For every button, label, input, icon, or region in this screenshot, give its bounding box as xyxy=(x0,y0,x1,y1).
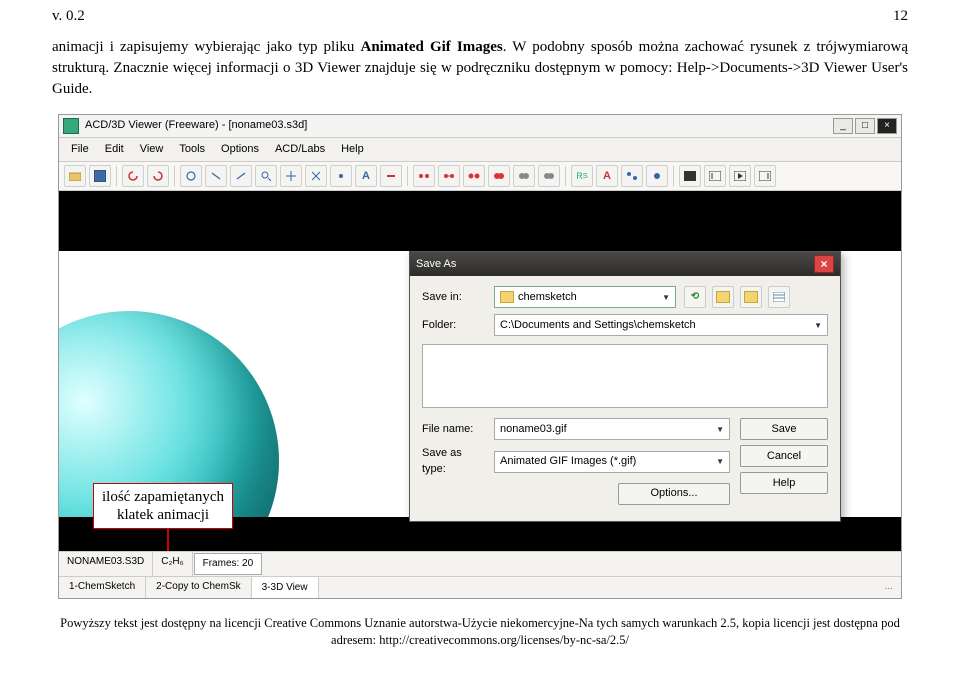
menu-edit[interactable]: Edit xyxy=(97,140,132,159)
page-number: 12 xyxy=(893,6,908,27)
save-icon[interactable] xyxy=(89,165,111,187)
style-stick-icon[interactable] xyxy=(438,165,460,187)
forward-icon[interactable] xyxy=(754,165,776,187)
toolbar: A RS A xyxy=(59,162,901,191)
view-mode-icon[interactable] xyxy=(768,286,790,308)
menu-tools[interactable]: Tools xyxy=(171,140,213,159)
status-frames: Frames: 20 xyxy=(194,553,263,575)
measure-icon[interactable] xyxy=(330,165,352,187)
up-folder-icon[interactable] xyxy=(712,286,734,308)
maximize-button[interactable]: □ xyxy=(855,118,875,134)
letterbox-top xyxy=(59,191,901,251)
save-as-dialog: Save As × Save in: chemsketch ▼ ⟲ xyxy=(409,251,841,522)
bottom-tabs: 1-ChemSketch 2-Copy to ChemSk 3-3D View … xyxy=(59,576,901,598)
minimize-button[interactable]: _ xyxy=(833,118,853,134)
close-button[interactable]: × xyxy=(877,118,897,134)
status-filename: NONAME03.S3D xyxy=(59,552,153,576)
folder-icon xyxy=(500,291,514,303)
atom-label-icon[interactable]: A xyxy=(596,165,618,187)
file-list-area[interactable] xyxy=(422,344,828,408)
flip-v-icon[interactable] xyxy=(230,165,252,187)
record-icon[interactable] xyxy=(679,165,701,187)
callout-frames: ilość zapamiętanych klatek animacji xyxy=(93,483,233,529)
tab-chemsketch[interactable]: 1-ChemSketch xyxy=(59,577,146,598)
dropdown-icon: ▼ xyxy=(716,456,724,467)
style-sphere-icon[interactable] xyxy=(488,165,510,187)
type-label: Save as type: xyxy=(422,446,486,477)
dialog-title: Save As xyxy=(416,257,456,272)
save-in-label: Save in: xyxy=(422,290,486,305)
rewind-icon[interactable] xyxy=(704,165,726,187)
config-r-icon[interactable]: RS xyxy=(571,165,593,187)
menu-options[interactable]: Options xyxy=(213,140,267,159)
tabs-overflow[interactable]: ... xyxy=(877,577,901,598)
callout-line1: ilość zapamiętanych xyxy=(102,488,224,506)
dropdown-icon: ▼ xyxy=(662,292,670,303)
save-in-combo[interactable]: chemsketch ▼ xyxy=(494,286,676,308)
play-icon[interactable] xyxy=(729,165,751,187)
redo-icon[interactable] xyxy=(147,165,169,187)
options-button[interactable]: Options... xyxy=(618,483,730,505)
atoms-icon[interactable] xyxy=(621,165,643,187)
cross-icon[interactable] xyxy=(305,165,327,187)
style-disks-icon[interactable] xyxy=(538,165,560,187)
status-formula: C₂H₆ xyxy=(153,552,192,576)
opt-icon[interactable] xyxy=(380,165,402,187)
version-label: v. 0.2 xyxy=(52,6,85,27)
menu-acdlabs[interactable]: ACD/Labs xyxy=(267,140,333,159)
font-icon[interactable]: A xyxy=(355,165,377,187)
center-icon[interactable] xyxy=(280,165,302,187)
save-button[interactable]: Save xyxy=(740,418,828,440)
dropdown-icon: ▼ xyxy=(716,424,724,435)
dropdown-icon: ▼ xyxy=(814,320,822,331)
menu-help[interactable]: Help xyxy=(333,140,372,159)
type-value: Animated GIF Images (*.gif) xyxy=(500,454,636,469)
style-dots-icon[interactable] xyxy=(513,165,535,187)
cancel-button[interactable]: Cancel xyxy=(740,445,828,467)
menu-file[interactable]: File xyxy=(63,140,97,159)
style-ballstick-icon[interactable] xyxy=(463,165,485,187)
save-in-value: chemsketch xyxy=(518,290,577,305)
filename-input[interactable]: noname03.gif ▼ xyxy=(494,418,730,440)
window-title: ACD/3D Viewer (Freeware) - [noname03.s3d… xyxy=(85,118,307,133)
folder-path-field[interactable]: C:\Documents and Settings\chemsketch ▼ xyxy=(494,314,828,336)
footer-license: Powyższy tekst jest dostępny na licencji… xyxy=(52,615,908,649)
window-titlebar: ACD/3D Viewer (Freeware) - [noname03.s3d… xyxy=(59,115,901,138)
body-paragraph: animacji i zapisujemy wybierając jako ty… xyxy=(52,37,908,100)
viewport[interactable]: Save As × Save in: chemsketch ▼ ⟲ xyxy=(59,191,901,552)
tab-3dview[interactable]: 3-3D View xyxy=(252,577,319,598)
open-icon[interactable] xyxy=(64,165,86,187)
callout-line2: klatek animacji xyxy=(102,506,224,524)
filename-label: File name: xyxy=(422,422,486,437)
menu-bar: File Edit View Tools Options ACD/Labs He… xyxy=(59,138,901,162)
rotate-icon[interactable] xyxy=(180,165,202,187)
callout-connector xyxy=(167,529,169,551)
folder-label: Folder: xyxy=(422,318,486,333)
style-wire-icon[interactable] xyxy=(413,165,435,187)
folder-path-value: C:\Documents and Settings\chemsketch xyxy=(500,318,696,333)
dialog-close-button[interactable]: × xyxy=(814,255,834,273)
app-icon xyxy=(63,118,79,134)
back-icon[interactable]: ⟲ xyxy=(684,286,706,308)
undo-icon[interactable] xyxy=(122,165,144,187)
menu-view[interactable]: View xyxy=(132,140,172,159)
zoom-icon[interactable] xyxy=(255,165,277,187)
bonds-icon[interactable] xyxy=(646,165,668,187)
new-folder-icon[interactable] xyxy=(740,286,762,308)
help-button[interactable]: Help xyxy=(740,472,828,494)
filename-value: noname03.gif xyxy=(500,422,567,437)
app-screenshot: ACD/3D Viewer (Freeware) - [noname03.s3d… xyxy=(58,114,902,599)
status-bar: NONAME03.S3D C₂H₆ Frames: 20 xyxy=(59,552,901,576)
type-combo[interactable]: Animated GIF Images (*.gif) ▼ xyxy=(494,451,730,473)
flip-h-icon[interactable] xyxy=(205,165,227,187)
tab-copy[interactable]: 2-Copy to ChemSk xyxy=(146,577,251,598)
